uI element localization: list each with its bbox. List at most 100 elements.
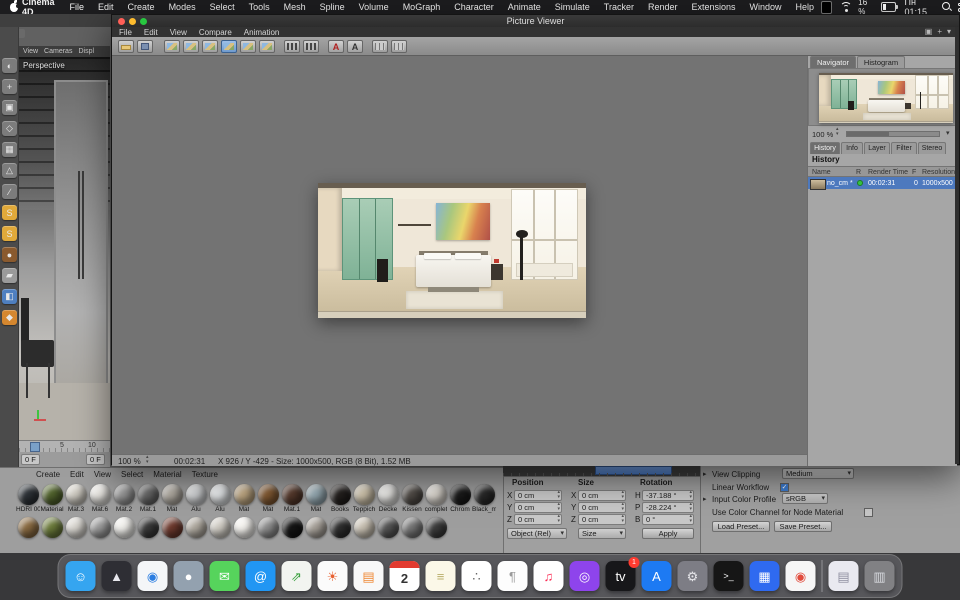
material-sphere[interactable] — [450, 484, 471, 505]
layer-grid-icon[interactable] — [391, 40, 407, 53]
material-item[interactable]: Material — [40, 484, 64, 513]
compare-ab-icon[interactable] — [240, 40, 256, 53]
tool-icon-2[interactable]: ▣ — [2, 100, 17, 115]
col-render-time[interactable]: Render Time — [868, 169, 908, 176]
material-item[interactable] — [352, 517, 376, 538]
zoom-button[interactable] — [140, 18, 147, 25]
pv-menu-compare[interactable]: Compare — [199, 28, 232, 37]
material-item[interactable] — [88, 517, 112, 538]
save-preset-button[interactable]: Save Preset... — [774, 521, 832, 532]
menu-create[interactable]: Create — [121, 2, 162, 12]
dock-icon-textedit[interactable]: ¶ — [498, 561, 528, 591]
material-sphere[interactable] — [258, 517, 279, 538]
viewport-scene[interactable] — [19, 57, 110, 440]
menu-edit[interactable]: Edit — [91, 2, 121, 12]
material-sphere[interactable] — [162, 517, 183, 538]
material-item[interactable] — [400, 517, 424, 538]
material-sphere[interactable] — [426, 484, 447, 505]
menu-help[interactable]: Help — [789, 2, 822, 12]
material-item[interactable] — [208, 517, 232, 538]
col-r[interactable]: R — [856, 169, 861, 176]
dock-icon-safari[interactable]: ◉ — [138, 561, 168, 591]
material-item[interactable] — [160, 517, 184, 538]
dock-icon-music[interactable]: ♫ — [534, 561, 564, 591]
dock-icon-photos[interactable]: ☀ — [318, 561, 348, 591]
window-titlebar[interactable]: Picture Viewer — [112, 15, 959, 27]
menu-file[interactable]: File — [63, 2, 92, 12]
navigator-zoom-value[interactable]: 100 % — [812, 130, 833, 139]
material-sphere[interactable] — [282, 517, 303, 538]
material-item[interactable]: Mat.2 — [112, 484, 136, 513]
col-resolution[interactable]: Resolution — [922, 169, 955, 176]
material-item[interactable] — [424, 517, 448, 538]
linear-workflow-checkbox[interactable]: ✓ — [780, 483, 789, 492]
material-item[interactable]: Black_m — [472, 484, 496, 513]
rot-b-field[interactable]: 0 °▴▾ — [642, 514, 694, 525]
size-x-field[interactable]: 0 cm▴▾ — [578, 490, 626, 501]
menu-volume[interactable]: Volume — [352, 2, 396, 12]
material-sphere[interactable] — [402, 517, 423, 538]
menu-animate[interactable]: Animate — [501, 2, 548, 12]
pv-menu-edit[interactable]: Edit — [144, 28, 158, 37]
wifi-icon[interactable] — [840, 2, 850, 12]
material-item[interactable]: Mat — [160, 484, 184, 513]
material-sphere[interactable] — [354, 517, 375, 538]
dock-icon-terminal[interactable]: >_ — [714, 561, 744, 591]
material-sphere[interactable] — [378, 484, 399, 505]
dock-icon-settings[interactable]: ⚙ — [678, 561, 708, 591]
load-preset-button[interactable]: Load Preset... — [712, 521, 770, 532]
tool-icon-11[interactable]: ◧ — [2, 289, 17, 304]
menu-extensions[interactable]: Extensions — [684, 2, 742, 12]
frame-start-field[interactable]: 0 F — [21, 454, 40, 465]
status-zoom-value[interactable]: 100 % — [118, 457, 141, 466]
material-menu-select[interactable]: Select — [121, 470, 143, 479]
viewport-menu-cameras[interactable]: Cameras — [44, 48, 72, 55]
tool-icon-6[interactable]: ∕ — [2, 184, 17, 199]
material-sphere[interactable] — [114, 517, 135, 538]
material-sphere[interactable] — [426, 517, 447, 538]
size-z-field[interactable]: 0 cm▴▾ — [578, 514, 626, 525]
material-sphere[interactable] — [306, 517, 327, 538]
material-menu-view[interactable]: View — [94, 470, 111, 479]
dock-icon-finder[interactable]: ☺ — [66, 561, 96, 591]
material-sphere[interactable] — [210, 517, 231, 538]
checker-bg-icon[interactable] — [372, 40, 388, 53]
pv-menu-view[interactable]: View — [170, 28, 187, 37]
tab-info[interactable]: Info — [841, 142, 863, 154]
material-sphere[interactable] — [186, 484, 207, 505]
material-sphere[interactable] — [138, 484, 159, 505]
material-sphere[interactable] — [354, 484, 375, 505]
material-sphere[interactable] — [234, 484, 255, 505]
menu-simulate[interactable]: Simulate — [548, 2, 597, 12]
zoom-slider[interactable] — [846, 131, 940, 137]
open-file-icon[interactable] — [118, 40, 134, 53]
animation-icon[interactable] — [303, 40, 319, 53]
panel-menu-icon[interactable]: ▾ — [947, 27, 951, 36]
material-item[interactable]: Mat.1 — [280, 484, 304, 513]
menu-window[interactable]: Window — [743, 2, 789, 12]
material-sphere[interactable] — [234, 517, 255, 538]
material-item[interactable]: Mat.1 — [136, 484, 160, 513]
dock-icon-documents[interactable]: ▤ — [829, 561, 859, 591]
rot-p-field[interactable]: -28.224 °▴▾ — [642, 502, 694, 513]
close-button[interactable] — [118, 18, 125, 25]
material-item[interactable]: Alu — [208, 484, 232, 513]
dock-icon-notes[interactable]: ≡ — [426, 561, 456, 591]
view-clipping-dropdown[interactable]: Medium — [782, 468, 854, 479]
material-item[interactable]: Mat.3 — [64, 484, 88, 513]
apply-button[interactable]: Apply — [642, 528, 694, 539]
material-sphere[interactable] — [42, 517, 63, 538]
material-item[interactable] — [304, 517, 328, 538]
menu-tools[interactable]: Tools — [242, 2, 277, 12]
sketch-tool-icon[interactable]: S — [2, 205, 17, 220]
object-mode-dropdown[interactable]: Object (Rel) — [507, 528, 567, 539]
alpha-gray-icon[interactable]: A — [347, 40, 363, 53]
use-color-channel-checkbox[interactable] — [864, 508, 873, 517]
tab-stereo[interactable]: Stereo — [918, 142, 946, 154]
pv-menu-file[interactable]: File — [119, 28, 132, 37]
menu-select[interactable]: Select — [203, 2, 242, 12]
pv-menu-animation[interactable]: Animation — [244, 28, 280, 37]
material-item[interactable] — [16, 517, 40, 538]
zoom-stepper[interactable]: ▴▾ — [836, 127, 839, 137]
material-item[interactable] — [40, 517, 64, 538]
